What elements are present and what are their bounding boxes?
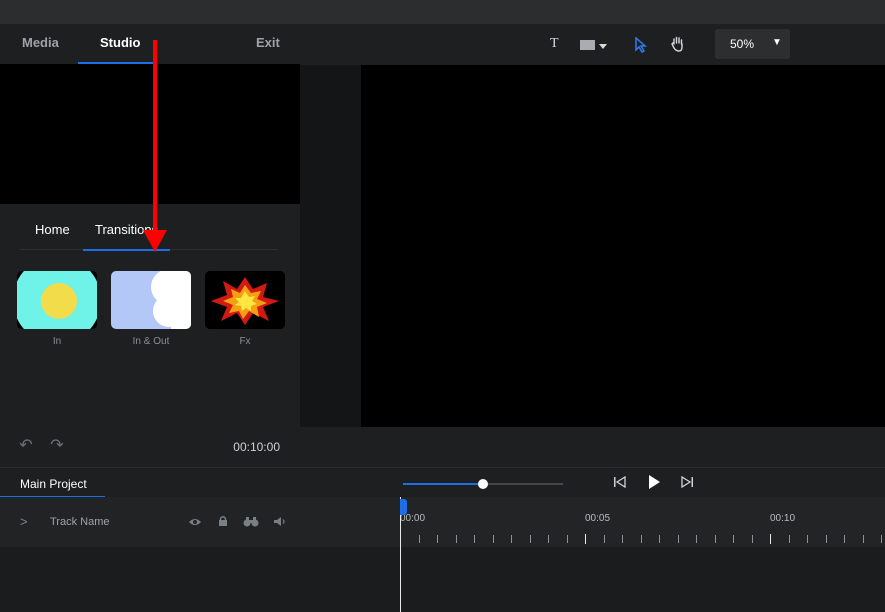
timeline-body: > Track Name 00:00 00:05 00:10 (0, 497, 885, 612)
annotation-arrow-head (143, 230, 167, 252)
transition-fx-thumbnail[interactable] (205, 271, 285, 329)
ruler-tick (881, 535, 882, 543)
ruler-tick (844, 535, 845, 543)
eye-icon[interactable] (188, 517, 202, 530)
zoom-select[interactable]: 50% ▼ (715, 29, 790, 59)
hand-tool-icon[interactable] (671, 36, 685, 54)
ruler-tick (696, 535, 697, 543)
lock-icon[interactable] (218, 515, 228, 530)
text-tool-icon[interactable]: T (550, 36, 559, 54)
undo-icon[interactable]: ↶ (16, 436, 36, 456)
chevron-down-icon: ▼ (772, 37, 782, 48)
ruler-tick (566, 535, 568, 543)
ruler-tick (492, 535, 494, 543)
ruler-tick (677, 535, 679, 543)
ruler-tick (862, 535, 864, 543)
ruler-label: 00:05 (585, 513, 611, 524)
transition-fx-label: Fx (239, 336, 251, 347)
track-header: > Track Name (0, 497, 400, 547)
ruler-tick (825, 535, 827, 543)
ruler-tick (437, 535, 438, 543)
skip-forward-icon[interactable] (680, 475, 694, 491)
ruler-tick (511, 535, 512, 543)
ruler-label: 00:10 (770, 513, 796, 524)
scrubber-handle[interactable] (478, 479, 488, 489)
history-controls: ↶ ↷ 00:10:00 (0, 434, 300, 460)
ruler-tick (770, 534, 771, 544)
ruler-tick (788, 535, 790, 543)
ruler-tick (548, 535, 549, 543)
ruler-tick (659, 535, 660, 543)
canvas-toolbar: T 50% ▼ (300, 24, 885, 65)
ruler-tick (455, 535, 457, 543)
left-panel-tabs: Media Studio Exit (0, 24, 300, 64)
timeline-header: Main Project (0, 467, 885, 498)
skip-back-icon[interactable] (613, 475, 627, 491)
transition-in-out-label: In & Out (132, 336, 170, 347)
annotation-arrow-shaft (153, 40, 157, 238)
ruler-tick (714, 535, 716, 543)
ruler-tick (733, 535, 734, 543)
ruler-tick (603, 535, 605, 543)
ruler-tick (807, 535, 808, 543)
redo-icon[interactable]: ↷ (47, 436, 67, 456)
ruler-tick (418, 535, 420, 543)
media-preview (0, 64, 300, 204)
canvas-area: T 50% ▼ (300, 24, 885, 427)
binoculars-icon[interactable] (243, 516, 259, 530)
tab-main-project[interactable]: Main Project (20, 477, 87, 491)
ruler-tick (585, 534, 586, 544)
ruler-tick (751, 535, 753, 543)
ruler-tick (622, 535, 623, 543)
playhead-handle[interactable] (400, 499, 407, 515)
chevron-right-icon[interactable]: > (20, 514, 28, 529)
transition-in-thumbnail[interactable] (17, 271, 97, 329)
track-name[interactable]: Track Name (50, 516, 110, 528)
zoom-value: 50% (730, 37, 755, 51)
tab-studio[interactable]: Studio (100, 24, 140, 64)
ruler-tick (640, 535, 642, 543)
exit-button[interactable]: Exit (256, 24, 280, 64)
scrubber-fill (403, 483, 483, 485)
timeline-ruler[interactable]: 00:00 00:05 00:10 (400, 497, 885, 547)
ruler-tick (529, 535, 531, 543)
tab-home[interactable]: Home (35, 222, 70, 237)
volume-icon[interactable] (273, 516, 287, 530)
play-icon[interactable] (647, 474, 661, 493)
canvas-footer (300, 427, 885, 467)
select-cursor-icon[interactable] (635, 36, 647, 55)
tab-media[interactable]: Media (22, 24, 59, 64)
shape-tool-icon[interactable] (580, 39, 608, 57)
transition-in-out-thumbnail[interactable] (111, 271, 191, 329)
ruler-tick (474, 535, 475, 543)
total-duration: 00:10:00 (233, 440, 280, 454)
video-canvas[interactable] (361, 65, 885, 427)
transition-in-label: In (52, 336, 62, 347)
window-top-bar (0, 0, 885, 24)
